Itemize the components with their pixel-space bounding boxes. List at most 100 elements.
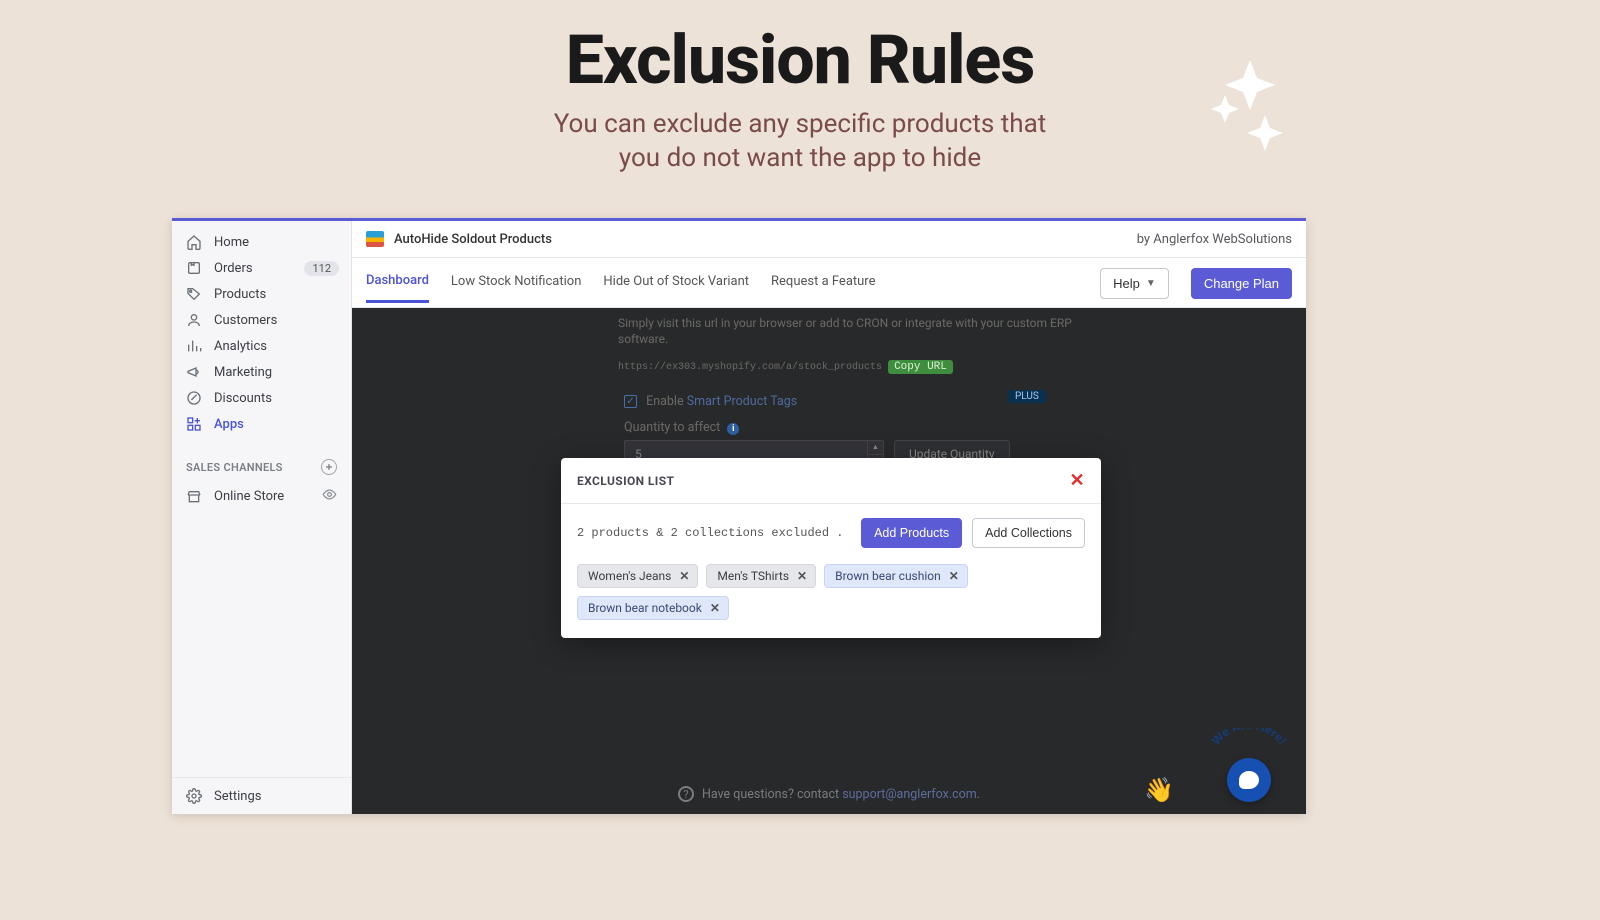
chip-label: Brown bear notebook — [588, 601, 702, 615]
chip-remove-icon[interactable]: ✕ — [710, 601, 720, 615]
orders-count-badge: 112 — [304, 261, 339, 276]
app-window: Home Orders 112 Products Customers — [172, 218, 1306, 814]
chip-womens-jeans: Women's Jeans ✕ — [577, 564, 698, 588]
sidebar-item-orders[interactable]: Orders 112 — [172, 255, 351, 281]
sales-channels-heading: SALES CHANNELS — [172, 445, 351, 481]
caret-down-icon: ▼ — [1146, 278, 1156, 289]
sidebar-item-home[interactable]: Home — [172, 229, 351, 255]
support-text: Have questions? contact — [702, 787, 842, 802]
chip-label: Brown bear cushion — [835, 569, 941, 583]
tab-bar: Dashboard Low Stock Notification Hide Ou… — [352, 258, 1306, 308]
support-email-link[interactable]: support@anglerfox.com — [842, 787, 977, 802]
sidebar-label-settings: Settings — [214, 789, 261, 804]
analytics-icon — [186, 338, 202, 354]
app-title: AutoHide Soldout Products — [394, 232, 552, 247]
plus-badge: PLUS — [1008, 390, 1046, 403]
add-collections-button[interactable]: Add Collections — [972, 518, 1085, 548]
add-channel-button[interactable] — [321, 459, 337, 475]
main-panel: AutoHide Soldout Products by Anglerfox W… — [352, 221, 1306, 814]
smart-tags-link[interactable]: Smart Product Tags — [687, 394, 798, 409]
user-icon — [186, 312, 202, 328]
home-icon — [186, 234, 202, 250]
sidebar-label-apps: Apps — [214, 417, 244, 432]
sidebar-label-products: Products — [214, 287, 266, 302]
chip-remove-icon[interactable]: ✕ — [679, 569, 689, 583]
help-label: Help — [1113, 276, 1140, 291]
chip-label: Men's TShirts — [717, 569, 789, 583]
chat-bubble-button[interactable] — [1227, 758, 1271, 802]
qty-label-row: Quantity to affect i — [624, 420, 739, 435]
megaphone-icon — [186, 364, 202, 380]
chip-label: Women's Jeans — [588, 569, 671, 583]
chat-icon — [1239, 771, 1259, 789]
cron-hint-line2: software. — [618, 332, 668, 346]
tab-hide-variant[interactable]: Hide Out of Stock Variant — [603, 274, 749, 301]
close-icon[interactable]: ✕ — [1070, 470, 1085, 491]
tab-low-stock[interactable]: Low Stock Notification — [451, 274, 581, 301]
chip-remove-icon[interactable]: ✕ — [797, 569, 807, 583]
modal-title: EXCLUSION LIST — [577, 474, 674, 488]
sales-channels-label: SALES CHANNELS — [186, 461, 283, 474]
chip-remove-icon[interactable]: ✕ — [949, 569, 959, 583]
info-icon[interactable]: i — [727, 423, 739, 435]
sidebar-item-marketing[interactable]: Marketing — [172, 359, 351, 385]
exclusion-list-modal: EXCLUSION LIST ✕ 2 products & 2 collecti… — [561, 458, 1101, 638]
sidebar-item-products[interactable]: Products — [172, 281, 351, 307]
question-icon: ? — [678, 786, 694, 802]
chip-brown-bear-notebook: Brown bear notebook ✕ — [577, 596, 729, 620]
sidebar-label-orders: Orders — [214, 261, 253, 276]
checkbox-icon[interactable]: ✓ — [624, 395, 637, 408]
chip-mens-tshirts: Men's TShirts ✕ — [706, 564, 816, 588]
chat-arc-text: We Are Here! — [1209, 728, 1290, 747]
tab-request-feature[interactable]: Request a Feature — [771, 274, 875, 301]
sidebar-label-discounts: Discounts — [214, 391, 272, 406]
orders-icon — [186, 260, 202, 276]
modal-body: 2 products & 2 collections excluded . Ad… — [561, 504, 1101, 638]
sidebar-item-customers[interactable]: Customers — [172, 307, 351, 333]
exclusion-chips: Women's Jeans ✕ Men's TShirts ✕ Brown be… — [577, 564, 1085, 620]
sidebar-label-online-store: Online Store — [214, 489, 284, 504]
wave-icon: 👋 — [1144, 776, 1174, 804]
sidebar: Home Orders 112 Products Customers — [172, 221, 352, 814]
cron-url-row: https://ex303.myshopify.com/a/stock_prod… — [618, 360, 953, 374]
add-products-button[interactable]: Add Products — [861, 518, 962, 548]
cron-hint-line1: Simply visit this url in your browser or… — [618, 316, 1072, 330]
store-icon — [186, 489, 202, 505]
gear-icon — [186, 788, 202, 804]
view-store-icon[interactable] — [322, 487, 337, 506]
support-dot: . — [977, 787, 980, 802]
enable-label: Enable — [646, 394, 684, 409]
help-dropdown[interactable]: Help ▼ — [1100, 268, 1169, 299]
smart-tags-row: ✓ Enable Smart Product Tags — [624, 394, 797, 409]
sidebar-label-home: Home — [214, 235, 249, 250]
modal-actions-row: 2 products & 2 collections excluded . Ad… — [577, 518, 1085, 548]
sidebar-nav-list: Home Orders 112 Products Customers — [172, 221, 351, 445]
app-logo-icon — [366, 231, 384, 247]
discount-icon — [186, 390, 202, 406]
sidebar-item-analytics[interactable]: Analytics — [172, 333, 351, 359]
cron-url-text: https://ex303.myshopify.com/a/stock_prod… — [618, 362, 882, 373]
sidebar-item-apps[interactable]: Apps — [172, 411, 351, 437]
tab-dashboard[interactable]: Dashboard — [366, 273, 429, 303]
app-header: AutoHide Soldout Products by Anglerfox W… — [352, 221, 1306, 258]
qty-label: Quantity to affect — [624, 420, 720, 435]
modal-header: EXCLUSION LIST ✕ — [561, 458, 1101, 504]
copy-url-button[interactable]: Copy URL — [888, 360, 953, 374]
change-plan-button[interactable]: Change Plan — [1191, 268, 1292, 299]
sidebar-label-analytics: Analytics — [214, 339, 267, 354]
sidebar-label-marketing: Marketing — [214, 365, 272, 380]
hero-sub-line1: You can exclude any specific products th… — [0, 108, 1600, 142]
chat-widget[interactable]: We Are Here! 👋 — [1204, 728, 1294, 802]
hero-sub-line2: you do not want the app to hide — [0, 142, 1600, 176]
sidebar-label-customers: Customers — [214, 313, 277, 328]
hero-subtitle: You can exclude any specific products th… — [0, 108, 1600, 176]
content-area-dimmed: Simply visit this url in your browser or… — [352, 308, 1306, 814]
tag-icon — [186, 286, 202, 302]
sidebar-item-discounts[interactable]: Discounts — [172, 385, 351, 411]
sidebar-item-online-store[interactable]: Online Store — [172, 481, 351, 512]
exclusion-summary: 2 products & 2 collections excluded . — [577, 526, 851, 540]
sidebar-item-settings[interactable]: Settings — [172, 777, 351, 814]
hero-title: Exclusion Rules — [0, 20, 1600, 100]
apps-icon — [186, 416, 202, 432]
app-vendor: by Anglerfox WebSolutions — [1137, 232, 1292, 247]
